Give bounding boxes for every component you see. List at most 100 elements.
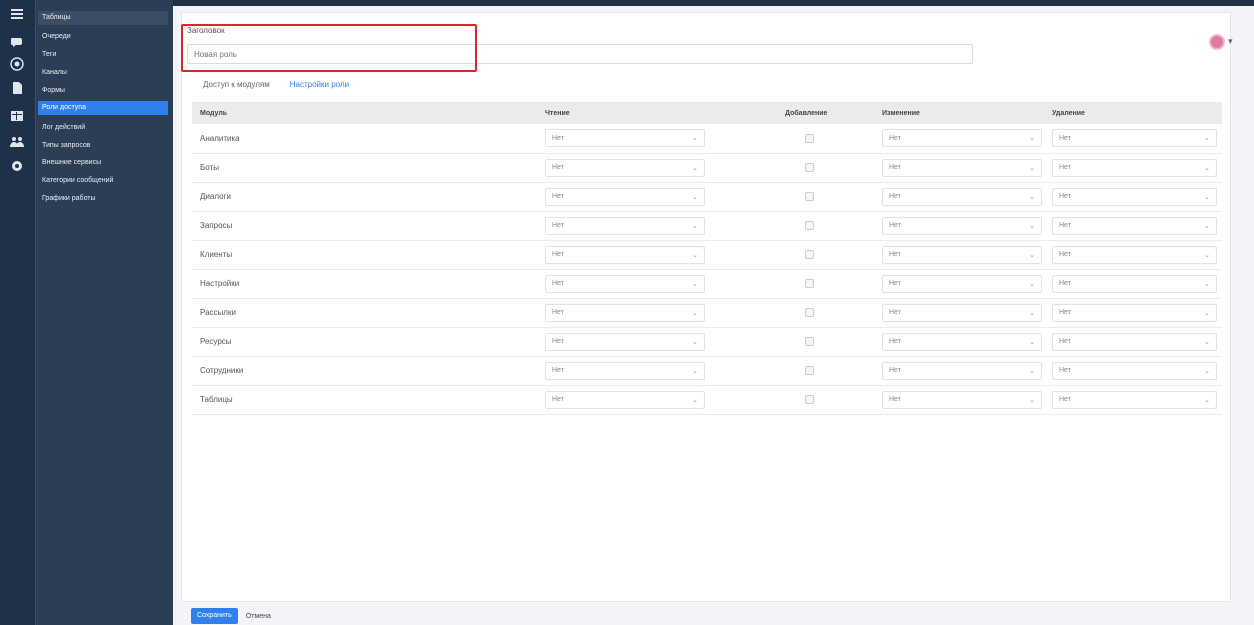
edit-select[interactable]: Нет ⌄ xyxy=(882,390,1042,409)
table-row: Диалоги Нет ⌄ Нет ⌄ Нет ⌄ xyxy=(192,182,1222,212)
read-cell: Нет ⌄ xyxy=(537,327,777,357)
cancel-button[interactable]: Отмена xyxy=(246,613,271,620)
module-name: Ресурсы xyxy=(192,327,537,357)
delete-select[interactable]: Нет ⌄ xyxy=(1052,129,1217,148)
edit-select-value: Нет xyxy=(889,222,901,229)
chevron-down-icon: ⌄ xyxy=(1029,193,1035,201)
read-cell: Нет ⌄ xyxy=(537,240,777,270)
delete-select[interactable]: Нет ⌄ xyxy=(1052,303,1217,322)
chevron-down-icon: ⌄ xyxy=(1204,367,1210,375)
chevron-down-icon: ⌄ xyxy=(692,280,698,288)
delete-select[interactable]: Нет ⌄ xyxy=(1052,187,1217,206)
add-cell xyxy=(777,298,874,328)
read-select[interactable]: Нет ⌄ xyxy=(545,274,705,293)
sidebar: Таблицы Очереди Теги Каналы Формы Роли д… xyxy=(35,0,173,625)
edit-select[interactable]: Нет ⌄ xyxy=(882,158,1042,177)
chevron-down-icon: ⌄ xyxy=(692,396,698,404)
delete-cell: Нет ⌄ xyxy=(1044,298,1222,328)
delete-select[interactable]: Нет ⌄ xyxy=(1052,361,1217,380)
add-cell xyxy=(777,211,874,241)
edit-select[interactable]: Нет ⌄ xyxy=(882,274,1042,293)
sidebar-item-channels[interactable]: Каналы xyxy=(38,66,168,80)
read-select[interactable]: Нет ⌄ xyxy=(545,158,705,177)
delete-select-value: Нет xyxy=(1059,134,1071,142)
delete-select[interactable]: Нет ⌄ xyxy=(1052,390,1217,409)
menu-icon[interactable] xyxy=(9,6,25,22)
sidebar-item-tables[interactable]: Таблицы xyxy=(38,11,168,25)
tab-role-settings[interactable]: Настройки роли xyxy=(290,80,349,89)
delete-cell: Нет ⌄ xyxy=(1044,153,1222,183)
sidebar-item-access-roles[interactable]: Роли доступа xyxy=(38,101,168,115)
edit-select[interactable]: Нет ⌄ xyxy=(882,216,1042,235)
read-select[interactable]: Нет ⌄ xyxy=(545,361,705,380)
gear-icon[interactable] xyxy=(9,158,25,174)
delete-select[interactable]: Нет ⌄ xyxy=(1052,274,1217,293)
save-button[interactable]: Сохранить xyxy=(191,608,238,624)
chevron-down-icon: ⌄ xyxy=(1204,193,1210,201)
chevron-down-icon: ⌄ xyxy=(692,193,698,201)
edit-select[interactable]: Нет ⌄ xyxy=(882,129,1042,148)
edit-select-value: Нет xyxy=(889,338,901,345)
sidebar-item-queues[interactable]: Очереди xyxy=(38,30,168,44)
module-name: Запросы xyxy=(192,211,537,241)
support-icon[interactable] xyxy=(9,56,25,72)
delete-select[interactable]: Нет ⌄ xyxy=(1052,332,1217,351)
add-checkbox[interactable] xyxy=(805,163,814,172)
sidebar-item-external-services[interactable]: Внешние сервисы xyxy=(38,156,168,170)
sidebar-item-tags[interactable]: Теги xyxy=(38,48,168,62)
sidebar-item-message-categories[interactable]: Категории сообщений xyxy=(38,174,168,188)
add-checkbox[interactable] xyxy=(805,250,814,259)
chat-icon[interactable] xyxy=(9,34,25,50)
sidebar-item-forms[interactable]: Формы xyxy=(38,84,168,98)
edit-select-value: Нет xyxy=(889,164,901,171)
read-select[interactable]: Нет ⌄ xyxy=(545,332,705,351)
read-select[interactable]: Нет ⌄ xyxy=(545,303,705,322)
add-checkbox[interactable] xyxy=(805,279,814,288)
chevron-down-icon: ⌄ xyxy=(1204,396,1210,404)
user-avatar[interactable] xyxy=(1209,34,1225,50)
sidebar-item-action-log[interactable]: Лог действий xyxy=(38,121,168,135)
document-icon[interactable] xyxy=(9,80,25,96)
table-icon[interactable] xyxy=(9,108,25,124)
chevron-down-icon: ⌄ xyxy=(692,338,698,346)
edit-select[interactable]: Нет ⌄ xyxy=(882,245,1042,264)
read-cell: Нет ⌄ xyxy=(537,385,777,415)
edit-select[interactable]: Нет ⌄ xyxy=(882,187,1042,206)
read-select[interactable]: Нет ⌄ xyxy=(545,216,705,235)
delete-cell: Нет ⌄ xyxy=(1044,211,1222,241)
add-checkbox[interactable] xyxy=(805,395,814,404)
edit-select[interactable]: Нет ⌄ xyxy=(882,332,1042,351)
delete-select[interactable]: Нет ⌄ xyxy=(1052,245,1217,264)
chevron-down-icon: ⌄ xyxy=(692,164,698,172)
highlight-box xyxy=(181,24,477,72)
delete-select-value: Нет xyxy=(1059,309,1071,316)
edit-select-value: Нет xyxy=(889,280,901,287)
sidebar-item-work-schedules[interactable]: Графики работы xyxy=(38,192,168,206)
add-checkbox[interactable] xyxy=(805,366,814,375)
add-cell xyxy=(777,124,874,154)
delete-select[interactable]: Нет ⌄ xyxy=(1052,158,1217,177)
add-checkbox[interactable] xyxy=(805,337,814,346)
edit-select[interactable]: Нет ⌄ xyxy=(882,303,1042,322)
form-footer: Сохранить Отмена xyxy=(191,608,271,624)
delete-select[interactable]: Нет ⌄ xyxy=(1052,216,1217,235)
add-checkbox[interactable] xyxy=(805,133,814,143)
read-select-value: Нет xyxy=(552,309,564,316)
read-select[interactable]: Нет ⌄ xyxy=(545,390,705,409)
read-select-value: Нет xyxy=(552,367,564,374)
add-checkbox[interactable] xyxy=(805,221,814,230)
add-checkbox[interactable] xyxy=(805,192,814,201)
read-select[interactable]: Нет ⌄ xyxy=(545,245,705,264)
users-icon[interactable] xyxy=(9,134,25,150)
module-name: Боты xyxy=(192,153,537,183)
module-name: Диалоги xyxy=(192,182,537,212)
sidebar-item-request-types[interactable]: Типы запросов xyxy=(38,139,168,153)
edit-select[interactable]: Нет ⌄ xyxy=(882,361,1042,380)
read-select[interactable]: Нет ⌄ xyxy=(545,129,705,148)
header-module: Модуль xyxy=(192,102,537,124)
read-select[interactable]: Нет ⌄ xyxy=(545,187,705,206)
tab-module-access[interactable]: Доступ к модулям xyxy=(203,80,270,89)
chevron-down-icon[interactable]: ▾ xyxy=(1228,36,1233,47)
add-checkbox[interactable] xyxy=(805,308,814,317)
chevron-down-icon: ⌄ xyxy=(1204,280,1210,288)
